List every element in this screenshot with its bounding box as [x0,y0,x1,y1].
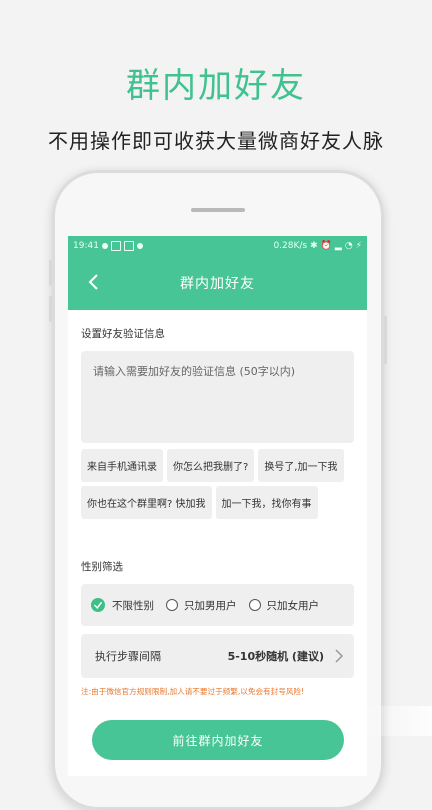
phone-side-button [49,260,52,286]
gender-option-female[interactable]: 只加女用户 [248,598,320,613]
signal-icon: ▂ [334,241,342,251]
phone-side-button [384,316,387,364]
network-speed: 0.28K/s [273,241,308,251]
bluetooth-icon: ✱ [310,241,318,251]
notification-icon [123,241,134,251]
app-screen: 19:41 0.28K/s ✱ ⏰ ▂ ◔ ⚡ 群内加好友 设置好友验证信息 请… [68,236,367,776]
warning-notice: 注:由于微信官方规则限制,加人请不要过于频繁,以免会有封号风险! [81,687,305,696]
nav-bar: 群内加好友 [68,256,367,310]
quick-message-chip[interactable]: 你怎么把我删了? [167,449,255,482]
page-title: 群内加好友 [180,276,255,292]
verify-message-input[interactable]: 请输入需要加好友的验证信息 (50字以内) [81,351,354,443]
watermark-overlay [362,706,432,736]
alarm-icon: ⏰ [320,241,332,251]
phone-frame: 19:41 0.28K/s ✱ ⏰ ▂ ◔ ⚡ 群内加好友 设置好友验证信息 请… [49,170,387,810]
notification-icon [136,243,143,249]
headline: 群内加好友 [126,66,306,106]
radio-icon [166,599,178,611]
quick-message-chip[interactable]: 你也在这个群里啊? 快加我 [81,486,212,519]
step-interval-label: 执行步骤间隔 [95,650,161,663]
gender-filter: 不限性别 只加男用户 只加女用户 [81,584,354,626]
quick-message-chip[interactable]: 来自手机通讯录 [81,449,163,482]
quick-message-chip[interactable]: 换号了,加一下我 [258,449,344,482]
quick-message-chips: 来自手机通讯录 你怎么把我删了? 换号了,加一下我 你也在这个群里啊? 快加我 … [81,449,354,519]
check-icon [91,598,105,612]
quick-message-chip[interactable]: 加一下我，找你有事 [215,486,318,519]
status-bar: 19:41 0.28K/s ✱ ⏰ ▂ ◔ ⚡ [68,236,367,256]
phone-side-button [49,296,52,322]
gender-section-title: 性别筛选 [81,561,123,573]
step-interval-value: 5-10秒随机 (建议) [227,650,324,663]
chevron-right-icon [335,649,344,663]
gender-option-label: 只加女用户 [266,599,320,612]
gender-option-male[interactable]: 只加男用户 [166,598,237,613]
notification-icon [101,243,108,249]
gender-option-label: 只加男用户 [184,599,237,612]
verify-section-title: 设置好友验证信息 [81,328,165,340]
phone-speaker [191,208,245,212]
gender-option-label: 不限性别 [112,599,154,612]
radio-icon [248,599,261,611]
gender-option-any[interactable]: 不限性别 [91,598,154,613]
verify-message-placeholder: 请输入需要加好友的验证信息 (50字以内) [93,365,296,378]
wifi-icon: ◔ [344,241,353,251]
notification-icon [110,241,121,251]
go-add-friends-button[interactable]: 前往群内加好友 [92,720,344,760]
status-time: 19:41 [73,241,99,251]
battery-icon: ⚡ [355,241,362,251]
subline: 不用操作即可收获大量微商好友人脉 [48,129,384,153]
back-arrow-icon[interactable] [82,270,106,294]
step-interval-row[interactable]: 执行步骤间隔 5-10秒随机 (建议) [81,634,354,678]
